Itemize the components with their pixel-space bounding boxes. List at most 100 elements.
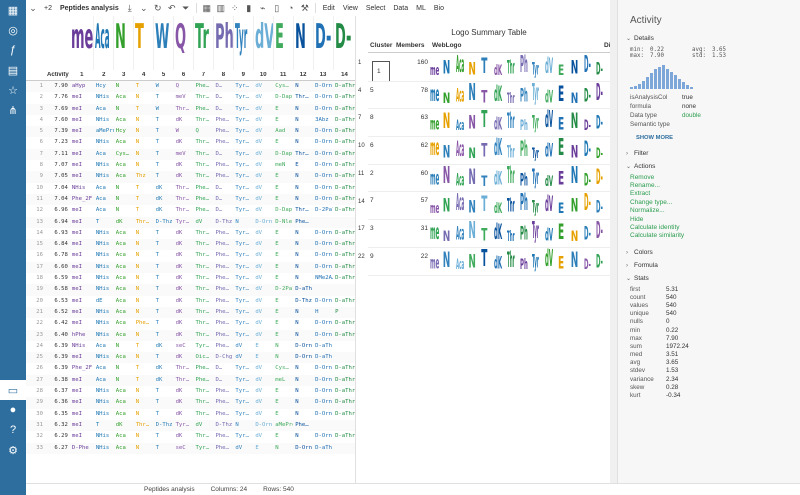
monomer-cell[interactable]: dV <box>253 262 273 273</box>
cluster-cell[interactable]: 7 <box>368 192 394 219</box>
monomer-cell[interactable]: T <box>134 341 154 352</box>
monomer-cell[interactable]: N <box>293 431 313 442</box>
monomer-cell[interactable]: D-Orn <box>313 375 333 386</box>
summary-row[interactable]: 3 31 me N Aca N TdK Thr Ph Tyr dV E N D- D- <box>368 220 610 248</box>
summary-row[interactable]: 6 62 me N Aca N TdK Thr Ph Tyr dV E N D- D- <box>368 137 610 165</box>
column-weblogo[interactable]: me <box>70 16 94 70</box>
refresh-icon[interactable]: ↻ <box>151 0 165 16</box>
monomer-cell[interactable]: meI <box>70 217 94 228</box>
monomer-cell[interactable]: Phe… <box>213 318 233 329</box>
histogram-icon[interactable]: ▮ <box>242 0 256 16</box>
monomer-cell[interactable]: D… <box>213 375 233 386</box>
monomer-cell[interactable]: T <box>154 296 174 307</box>
menu-edit[interactable]: Edit <box>319 5 339 12</box>
monomer-cell[interactable]: dV <box>253 386 273 397</box>
monomer-cell[interactable]: W <box>154 104 174 115</box>
monomer-cell[interactable]: NHis <box>94 307 114 318</box>
monomer-cell[interactable]: Phe… <box>213 171 233 182</box>
activity-cell[interactable]: 6.59 <box>46 273 70 284</box>
monomer-cell[interactable]: T <box>154 228 174 239</box>
monomer-cell[interactable]: Aca <box>114 92 134 103</box>
monomer-cell[interactable]: N <box>134 115 154 126</box>
monomer-cell[interactable]: N <box>114 183 134 194</box>
monomer-cell[interactable]: D-Orn <box>313 431 333 442</box>
table-row[interactable]: 1 7.90 aHyp Hcy N T W Q Phe… D… Tyr… dV Cys… N D-Orn D-… <box>26 81 355 93</box>
activity-cell[interactable]: 6.35 <box>46 409 70 420</box>
monomer-cell[interactable]: N <box>293 318 313 329</box>
monomer-cell[interactable]: D-Orn <box>293 341 313 352</box>
monomer-cell[interactable]: Aca <box>94 205 114 216</box>
monomer-cell[interactable]: T <box>134 183 154 194</box>
section-filter[interactable]: › Filter <box>618 147 800 160</box>
monomer-cell[interactable]: N <box>114 104 134 115</box>
table-row[interactable]: 14 6.93 meI NHis Aca N TdK Thr… Phe… Tyr… dV E N D-Or… <box>26 228 355 239</box>
summary-row[interactable]: 8 63 me N Aca N TdK Thr Ph Tyr dV E N D- D- <box>368 109 610 138</box>
monomer-cell[interactable]: Thr… <box>174 375 194 386</box>
monomer-cell[interactable]: T <box>154 137 174 148</box>
header-activity[interactable]: Activity <box>46 72 70 80</box>
action-link[interactable]: Extract <box>618 190 800 198</box>
weblogo-cell[interactable]: me N Aca N TdK Thr Ph Tyr dV E N D- D- <box>430 165 610 191</box>
monomer-cell[interactable]: E <box>273 171 293 182</box>
monomer-cell[interactable]: NHis <box>94 330 114 341</box>
weblogo-cell[interactable]: me N Aca N TdK Thr Ph Tyr dV E N D- D- <box>430 137 610 163</box>
monomer-cell[interactable]: T <box>154 318 174 329</box>
monomer-cell[interactable]: meI <box>70 126 94 137</box>
monomer-cell[interactable]: Phe… <box>194 363 214 374</box>
layout-icon[interactable]: ▭ <box>0 380 26 400</box>
members-cell[interactable]: 63 <box>394 109 430 136</box>
monomer-cell[interactable]: Tyr… <box>233 239 253 250</box>
monomer-cell[interactable]: Aca <box>114 330 134 341</box>
monomer-cell[interactable]: D-aThr <box>293 284 313 295</box>
monomer-cell[interactable]: E <box>273 318 293 329</box>
monomer-cell[interactable]: Thr… <box>194 171 214 182</box>
monomer-cell[interactable]: Phe… <box>213 443 233 454</box>
header-cluster[interactable]: Cluster <box>368 42 394 52</box>
monomer-cell[interactable]: dV <box>194 217 214 228</box>
monomer-cell[interactable]: Phe… <box>213 239 233 250</box>
monomer-cell[interactable]: N <box>273 352 293 363</box>
monomer-cell[interactable]: NHis <box>94 250 114 261</box>
monomer-cell[interactable]: T <box>134 104 154 115</box>
monomer-cell[interactable]: Tyr… <box>194 443 214 454</box>
monomer-cell[interactable]: N <box>134 386 154 397</box>
monomer-cell[interactable]: Thr… <box>194 409 214 420</box>
table-row[interactable]: 26 6.39 Phe_2F Aca N TdK Thr… Phe… D… Tyr… dV Cys… N… <box>26 363 355 374</box>
monomer-cell[interactable]: N <box>293 273 313 284</box>
monomer-cell[interactable]: aHyp <box>70 81 94 92</box>
monomer-cell[interactable]: D-Orn <box>313 149 333 160</box>
monomer-cell[interactable]: T <box>94 217 114 228</box>
monomer-cell[interactable]: dK <box>174 431 194 442</box>
monomer-cell[interactable]: N <box>134 137 154 148</box>
monomer-cell[interactable]: NHis <box>94 92 114 103</box>
activity-cell[interactable]: 7.07 <box>46 160 70 171</box>
monomer-cell[interactable]: D-Orn <box>293 443 313 454</box>
monomer-cell[interactable]: W <box>174 126 194 137</box>
monomer-cell[interactable]: T <box>154 250 174 261</box>
monomer-cell[interactable]: D-Orn <box>313 126 333 137</box>
column-weblogo[interactable]: D- <box>334 16 355 70</box>
monomer-cell[interactable]: E <box>273 330 293 341</box>
weblogo-cell[interactable]: me N Aca N TdK Thr Ph Tyr dV E N D- D- <box>430 82 610 108</box>
monomer-cell[interactable]: N <box>114 205 134 216</box>
monomer-cell[interactable]: N <box>134 330 154 341</box>
header-position-10[interactable]: 10 <box>253 72 273 80</box>
monomer-cell[interactable]: Phe… <box>213 409 233 420</box>
table-row[interactable]: 24 6.39 NHis Aca N TdK seC Tyr… Phe… dV E N D-Orn D-a… <box>26 341 355 352</box>
monomer-cell[interactable]: E <box>273 250 293 261</box>
monomer-cell[interactable]: Cys… <box>273 81 293 92</box>
monomer-cell[interactable] <box>333 341 355 352</box>
monomer-cell[interactable]: Thr… <box>174 205 194 216</box>
monomer-cell[interactable]: E <box>273 409 293 420</box>
action-link[interactable]: Change type... <box>618 198 800 206</box>
monomer-cell[interactable]: D-Orn <box>313 239 333 250</box>
summary-row[interactable]: 5 78 me N Aca N TdK Thr Ph Tyr dV E N D- D- <box>368 82 610 110</box>
monomer-cell[interactable]: dK <box>174 330 194 341</box>
monomer-cell[interactable]: Phe… <box>134 318 154 329</box>
monomer-cell[interactable]: meI <box>70 375 94 386</box>
monomer-cell[interactable]: Aca <box>114 431 134 442</box>
monomer-cell[interactable]: Phe… <box>213 137 233 148</box>
table-row[interactable]: 33 6.27 D-Phe NHis Aca N TseC Tyr… Phe… dV E N D-Orn… <box>26 442 355 454</box>
open-count[interactable]: +2 <box>40 0 56 16</box>
monomer-cell[interactable]: dK <box>154 341 174 352</box>
